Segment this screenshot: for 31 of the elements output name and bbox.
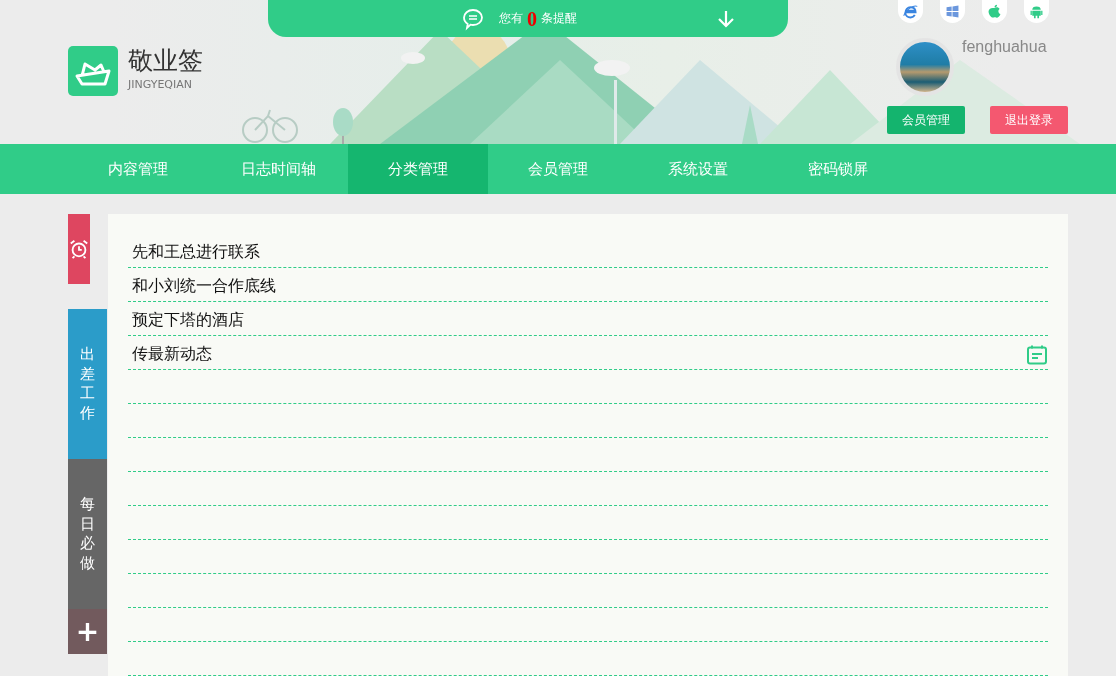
add-button[interactable]: +: [68, 609, 107, 654]
member-button[interactable]: 会员管理: [887, 106, 965, 134]
nav-tab[interactable]: 分类管理: [348, 144, 488, 194]
ie-browser-icon[interactable]: [898, 0, 923, 23]
alarm-clock-icon: [68, 238, 90, 260]
logout-button[interactable]: 退出登录: [990, 106, 1068, 134]
windows-icon[interactable]: [940, 0, 965, 23]
nav-tab[interactable]: 内容管理: [68, 144, 208, 194]
reminder-count: 0: [527, 8, 537, 29]
nav-tab[interactable]: 日志时间轴: [208, 144, 348, 194]
boat-logo-icon: [68, 46, 118, 96]
reminder-tab[interactable]: [68, 214, 90, 284]
reminder-label: 条提醒: [541, 10, 577, 27]
reminder-label: 您有: [499, 10, 523, 27]
app-subtitle: JINGYEQIAN: [128, 78, 194, 91]
category-tab[interactable]: 出差工作: [68, 309, 107, 459]
nav-tab[interactable]: 密码锁屏: [768, 144, 908, 194]
task-text[interactable]: 传最新动态: [132, 342, 212, 366]
android-icon[interactable]: [1024, 0, 1049, 23]
nav-tab[interactable]: 会员管理: [488, 144, 628, 194]
task-text[interactable]: 和小刘统一合作底线: [132, 274, 276, 298]
down-arrow-icon[interactable]: [716, 8, 736, 29]
chat-bubble-icon: [461, 6, 485, 31]
apple-icon[interactable]: [982, 0, 1007, 23]
task-text[interactable]: 先和王总进行联系: [132, 240, 260, 264]
category-tab[interactable]: 每日必做: [68, 459, 107, 609]
nav-tab[interactable]: 系统设置: [628, 144, 768, 194]
app-name: 敬业签: [128, 46, 203, 76]
username: fenghuahua: [962, 38, 1047, 56]
calendar-icon[interactable]: [1026, 344, 1048, 366]
task-text[interactable]: 预定下塔的酒店: [132, 308, 244, 332]
